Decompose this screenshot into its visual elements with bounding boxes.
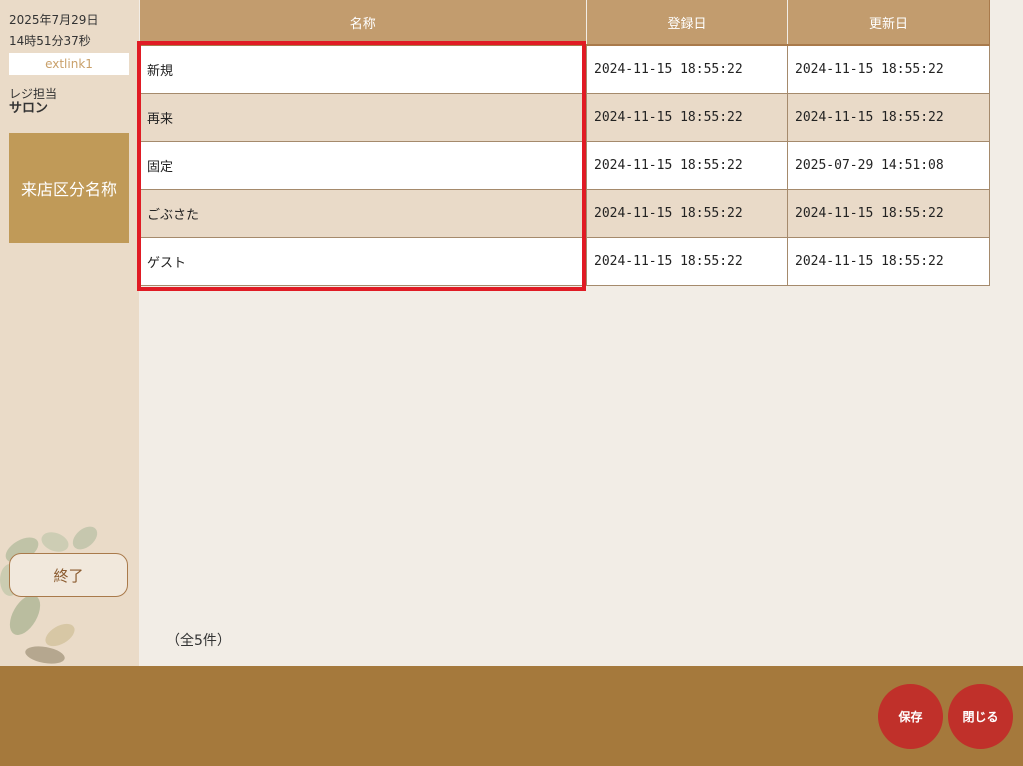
footer-bar (0, 666, 1023, 766)
cell-created: 2024-11-15 18:55:22 (586, 92, 788, 142)
column-header-name[interactable]: 名称 (139, 0, 587, 46)
cell-created: 2024-11-15 18:55:22 (586, 44, 788, 94)
cell-updated: 2024-11-15 18:55:22 (787, 92, 990, 142)
cell-updated: 2025-07-29 14:51:08 (787, 140, 990, 190)
close-button[interactable]: 閉じる (948, 684, 1013, 749)
table-row[interactable]: 固定 2024-11-15 18:55:22 2025-07-29 14:51:… (139, 140, 990, 190)
cell-name[interactable]: ごぶさた (139, 188, 587, 238)
cell-updated: 2024-11-15 18:55:22 (787, 44, 990, 94)
table-row[interactable]: ごぶさた 2024-11-15 18:55:22 2024-11-15 18:5… (139, 188, 990, 238)
table-row[interactable]: 新規 2024-11-15 18:55:22 2024-11-15 18:55:… (139, 44, 990, 94)
cell-name[interactable]: 再来 (139, 92, 587, 142)
record-count: （全5件） (166, 633, 231, 649)
salon-label: サロン (9, 101, 49, 116)
data-table: 名称 登録日 更新日 新規 2024-11-15 18:55:22 2024-1… (139, 0, 990, 286)
cell-created: 2024-11-15 18:55:22 (586, 140, 788, 190)
menu-item-visit-category[interactable]: 来店区分名称 (9, 133, 129, 243)
current-time: 14時51分37秒 (9, 34, 91, 48)
table-header-row: 名称 登録日 更新日 (139, 0, 990, 46)
cell-name[interactable]: 新規 (139, 44, 587, 94)
table-row[interactable]: ゲスト 2024-11-15 18:55:22 2024-11-15 18:55… (139, 236, 990, 286)
current-date: 2025年7月29日 (9, 13, 99, 27)
table-row[interactable]: 再来 2024-11-15 18:55:22 2024-11-15 18:55:… (139, 92, 990, 142)
save-button[interactable]: 保存 (878, 684, 943, 749)
sidebar: 2025年7月29日 14時51分37秒 extlink1 レジ担当 サロン 来… (0, 0, 139, 666)
column-header-updated[interactable]: 更新日 (787, 0, 990, 46)
cell-created: 2024-11-15 18:55:22 (586, 188, 788, 238)
cell-updated: 2024-11-15 18:55:22 (787, 188, 990, 238)
cell-updated: 2024-11-15 18:55:22 (787, 236, 990, 286)
cell-name[interactable]: 固定 (139, 140, 587, 190)
cell-created: 2024-11-15 18:55:22 (586, 236, 788, 286)
end-button[interactable]: 終了 (9, 553, 128, 597)
column-header-created[interactable]: 登録日 (586, 0, 788, 46)
user-name: extlink1 (9, 53, 129, 75)
cell-name[interactable]: ゲスト (139, 236, 587, 286)
